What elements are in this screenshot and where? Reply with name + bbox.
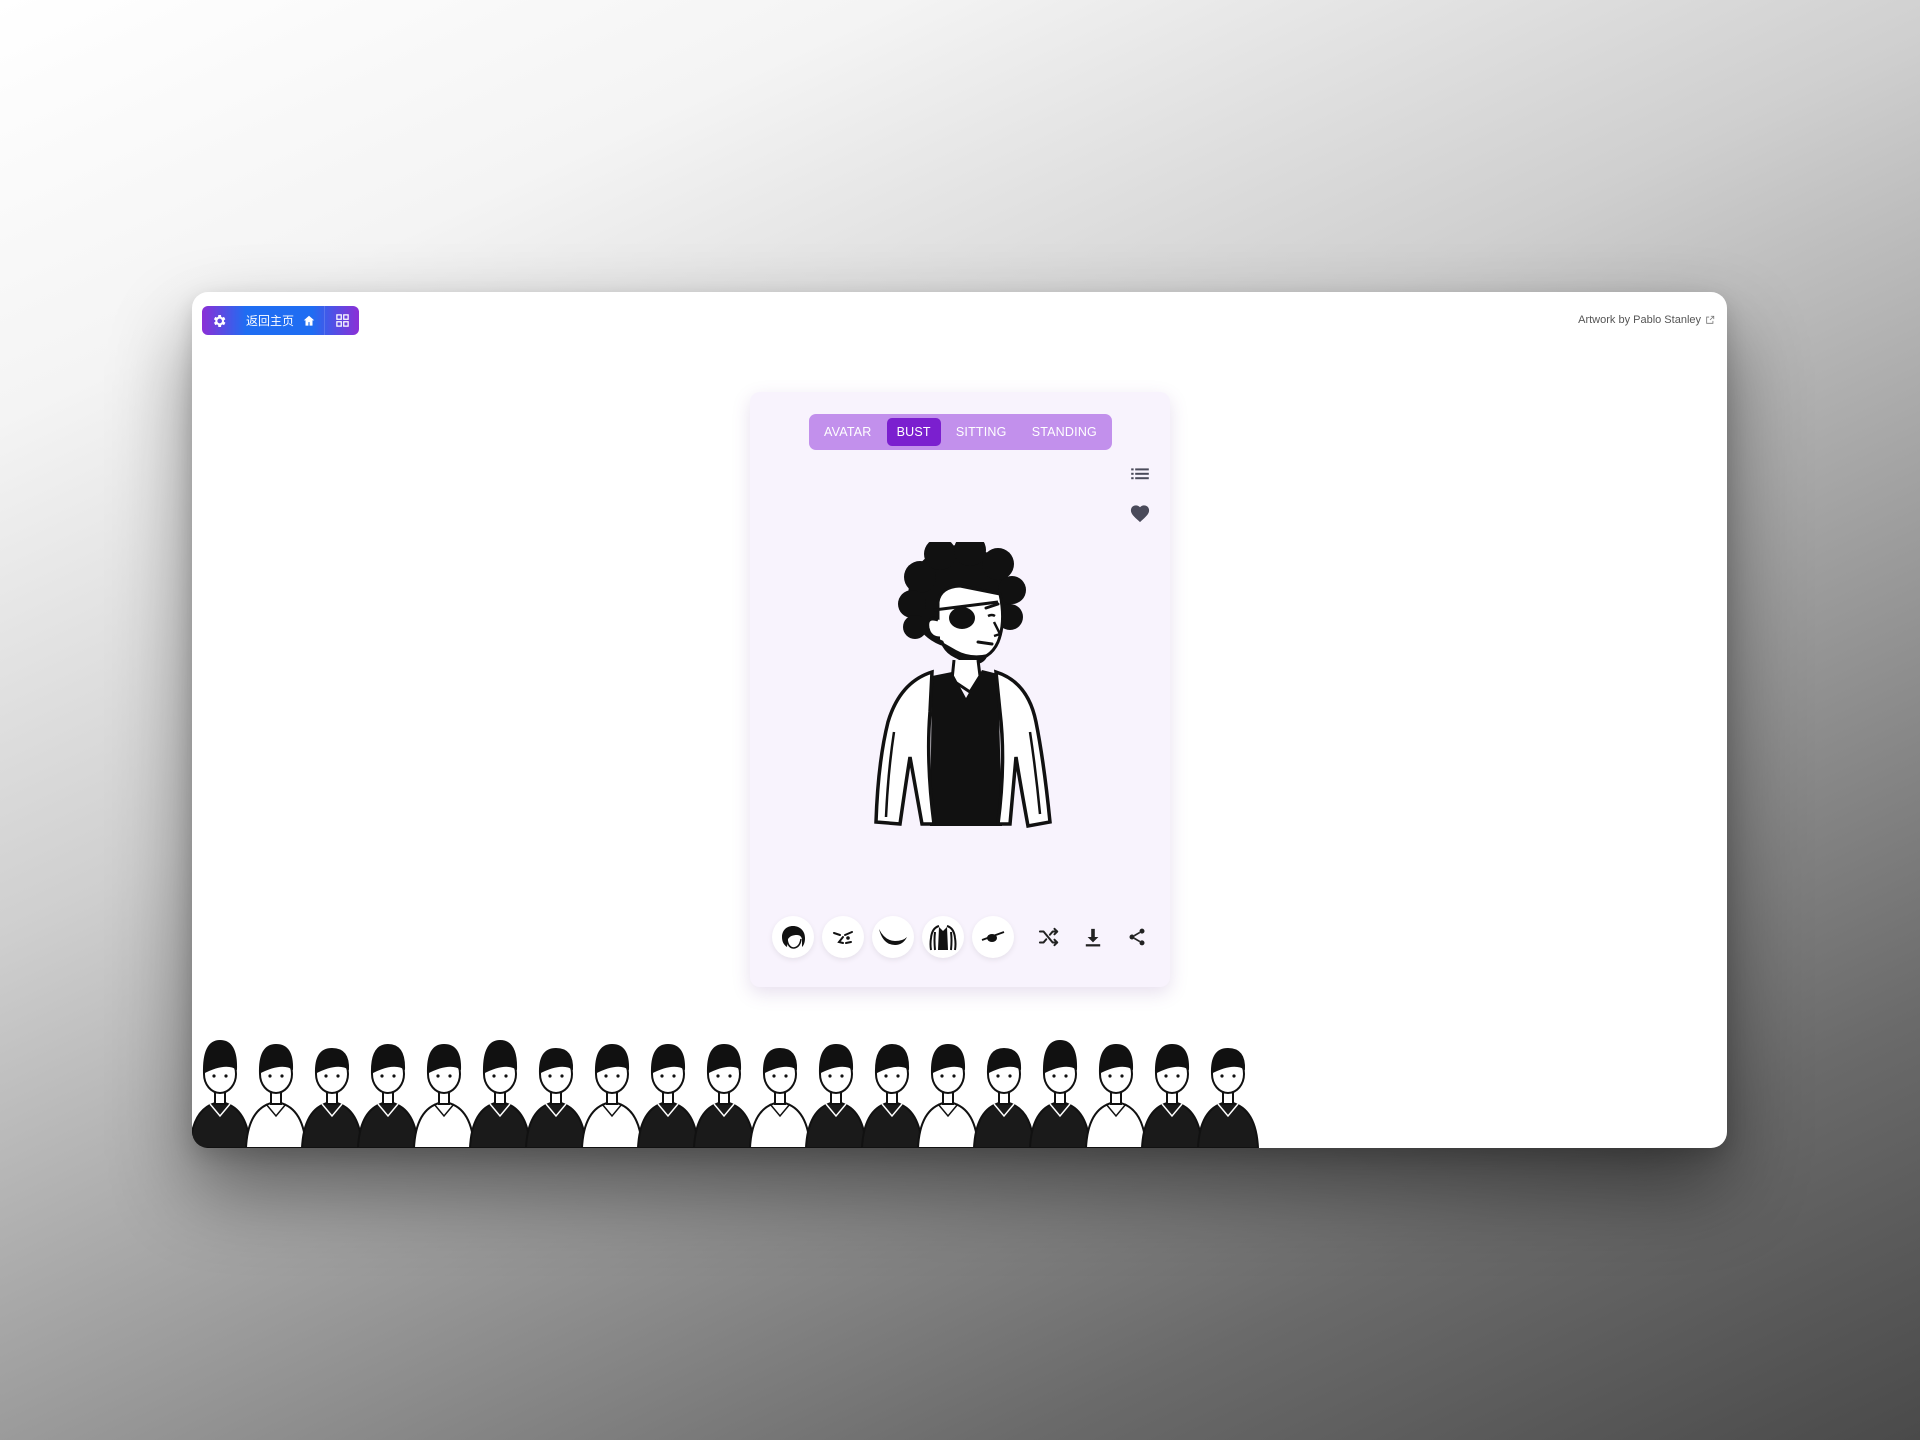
- body-part-button[interactable]: [922, 916, 964, 958]
- avatar-illustration: [860, 534, 1060, 832]
- crowd-person: [860, 1044, 924, 1148]
- favorite-button[interactable]: [1128, 501, 1152, 525]
- apps-button[interactable]: [324, 306, 359, 335]
- face-part-icon: [833, 931, 853, 944]
- accessory-part-icon: [981, 931, 1005, 942]
- people-crowd-illustration: [192, 1040, 1260, 1148]
- crowd-person: [636, 1044, 700, 1148]
- tab-avatar[interactable]: AVATAR: [814, 418, 882, 446]
- tab-sitting[interactable]: SITTING: [946, 418, 1017, 446]
- crowd-person: [1084, 1044, 1148, 1148]
- avatar-card: AVATAR BUST SITTING STANDING: [750, 392, 1170, 987]
- credit-text: Artwork by Pablo Stanley: [1578, 314, 1701, 326]
- body-part-icon: [929, 925, 957, 951]
- artwork-credit-link[interactable]: Artwork by Pablo Stanley: [1578, 314, 1715, 326]
- list-button[interactable]: [1128, 462, 1152, 486]
- share-icon: [1129, 928, 1145, 946]
- crowd-person: [412, 1044, 476, 1148]
- crowd-person: [804, 1044, 868, 1148]
- list-icon: [1131, 468, 1149, 480]
- crowd-person: [1028, 1040, 1092, 1148]
- shuffle-icon: [1038, 927, 1059, 947]
- pose-tabs: AVATAR BUST SITTING STANDING: [809, 414, 1112, 450]
- crowd-person: [580, 1044, 644, 1148]
- top-nav: 返回主页: [202, 306, 360, 335]
- crowd-person: [748, 1048, 812, 1148]
- app-window: 返回主页 Artwork by Pablo Stanley AVATAR BUS…: [192, 292, 1727, 1148]
- crowd-person: [356, 1044, 420, 1148]
- heart-icon: [1130, 505, 1150, 523]
- facial-hair-part-button[interactable]: [872, 916, 914, 958]
- gear-icon: [213, 314, 226, 327]
- crowd-person: [192, 1040, 252, 1148]
- crowd-person: [524, 1048, 588, 1148]
- avatar-controls: [772, 916, 1154, 958]
- crowd-person: [972, 1048, 1036, 1148]
- external-link-icon: [1706, 315, 1715, 324]
- tab-bust[interactable]: BUST: [886, 418, 941, 446]
- facial-hair-part-icon: [879, 929, 907, 945]
- tab-standing[interactable]: STANDING: [1022, 418, 1107, 446]
- home-button[interactable]: 返回主页: [236, 306, 324, 335]
- home-label: 返回主页: [246, 314, 295, 328]
- crowd-person: [468, 1040, 532, 1148]
- home-icon: [303, 315, 315, 326]
- shuffle-button[interactable]: [1032, 920, 1066, 954]
- grid-icon: [335, 314, 349, 327]
- crowd-person: [300, 1048, 364, 1148]
- share-button[interactable]: [1120, 920, 1154, 954]
- hair-part-button[interactable]: [772, 916, 814, 958]
- crowd-person: [692, 1044, 756, 1148]
- settings-button[interactable]: [202, 306, 236, 335]
- hair-part-icon: [782, 926, 805, 949]
- accessory-part-button[interactable]: [972, 916, 1014, 958]
- download-button[interactable]: [1076, 920, 1110, 954]
- crowd-person: [916, 1044, 980, 1148]
- crowd-person: [1140, 1044, 1204, 1148]
- face-part-button[interactable]: [822, 916, 864, 958]
- download-icon: [1085, 928, 1101, 947]
- crowd-person: [1196, 1048, 1260, 1148]
- crowd-person: [244, 1044, 308, 1148]
